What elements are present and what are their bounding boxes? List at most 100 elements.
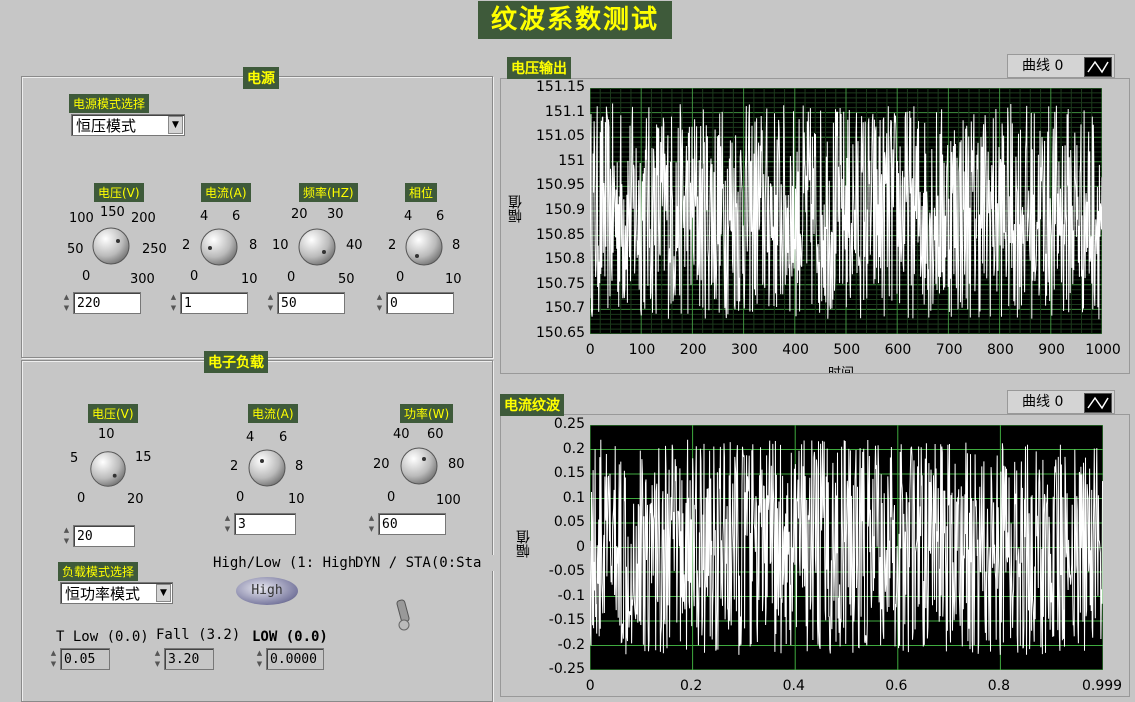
power-frequency-knob[interactable]	[294, 224, 340, 270]
knob-tick: 50	[338, 272, 355, 287]
knob-tick: 4	[404, 209, 413, 224]
spinner-icon[interactable]: ▲ ▼	[254, 648, 265, 672]
current-chart-plot[interactable]	[590, 425, 1103, 670]
voltage-chart-svg	[590, 88, 1102, 334]
x-tick-label: 300	[731, 342, 758, 358]
spinner-icon[interactable]: ▲ ▼	[374, 292, 385, 316]
knob-tick: 4	[200, 209, 209, 224]
spinner-icon[interactable]: ▲ ▼	[48, 648, 59, 672]
y-tick-label: 150.65	[536, 325, 585, 341]
knob-tick: 8	[295, 459, 304, 474]
load-power-knob[interactable]	[396, 443, 442, 489]
spinner-icon[interactable]: ▲ ▼	[61, 292, 72, 316]
current-chart-legend[interactable]: 曲线 0	[1007, 390, 1115, 414]
knob-tick: 2	[182, 238, 191, 253]
knob-tick: 6	[279, 430, 288, 445]
low-label: LOW (0.0)	[252, 629, 328, 645]
y-tick-label: -0.05	[548, 563, 585, 579]
spinner-icon[interactable]: ▲ ▼	[152, 648, 163, 672]
y-tick-label: 0.25	[553, 416, 585, 432]
x-tick-label: 0.999	[1082, 678, 1123, 694]
x-tick-label: 500	[833, 342, 861, 358]
knob-tick: 300	[130, 272, 155, 287]
voltage-chart-ylabel: 幅值	[508, 195, 524, 223]
knob-tick: 0	[387, 490, 396, 505]
knob-tick: 150	[100, 205, 125, 220]
x-tick-label: 0	[585, 678, 595, 694]
x-tick-label: 1000	[1085, 342, 1121, 358]
x-tick-label: 700	[935, 342, 963, 358]
load-current-knob[interactable]	[244, 445, 290, 491]
chevron-down-icon[interactable]: ▼	[156, 584, 171, 602]
knob-tick: 8	[452, 238, 461, 253]
load-power-label: 功率(W)	[400, 404, 454, 423]
knob-tick: 30	[327, 207, 344, 222]
y-tick-label: 151.15	[536, 79, 585, 95]
knob-tick: 10	[241, 272, 258, 287]
spinner-icon[interactable]: ▲ ▼	[168, 292, 179, 316]
knob-tick: 10	[98, 427, 115, 442]
power-mode-value: 恒压模式	[76, 117, 137, 135]
load-mode-select[interactable]: 恒功率模式 ▼	[60, 582, 173, 604]
y-tick-label: 151	[558, 152, 585, 169]
x-tick-label: 400	[782, 342, 809, 358]
x-tick-label: 800	[987, 342, 1014, 358]
knob-tick: 80	[448, 457, 465, 472]
highlow-label: High/Low (1: High)	[213, 555, 365, 571]
knob-tick: 20	[127, 492, 144, 507]
load-current-label: 电流(A)	[248, 404, 298, 423]
series-line	[590, 439, 1103, 655]
knob-tick: 0	[396, 270, 405, 285]
y-tick-label: -0.25	[548, 661, 585, 677]
chevron-down-icon[interactable]: ▼	[168, 116, 183, 134]
y-tick-label: 151.1	[544, 103, 585, 120]
y-tick-label: 150.9	[544, 202, 585, 218]
knob-tick: 0	[190, 269, 199, 284]
y-tick-label: 0.1	[562, 489, 585, 506]
knob-tick: 200	[131, 211, 156, 226]
knob-tick: 20	[291, 207, 308, 222]
x-tick-label: 0.6	[885, 678, 908, 694]
voltage-chart-xlabel: 时间	[828, 362, 854, 373]
y-tick-label: 0.05	[553, 514, 585, 530]
spinner-icon[interactable]: ▲ ▼	[61, 525, 72, 549]
power-phase-knob[interactable]	[401, 224, 447, 270]
power-section-label: 电源	[243, 67, 279, 89]
voltage-chart-title: 电压输出	[507, 57, 571, 79]
voltage-chart-legend[interactable]: 曲线 0	[1007, 54, 1115, 78]
power-voltage-knob[interactable]	[88, 223, 134, 269]
y-tick-label: 150.95	[536, 177, 585, 194]
power-mode-select[interactable]: 恒压模式 ▼	[71, 114, 185, 136]
knob-tick: 0	[77, 491, 86, 506]
x-tick-label: 0.8	[987, 678, 1011, 694]
y-tick-label: 0.2	[562, 440, 585, 457]
spinner-icon[interactable]: ▲ ▼	[366, 513, 377, 537]
knob-tick: 10	[288, 492, 305, 507]
spinner-icon[interactable]: ▲ ▼	[222, 513, 233, 537]
power-current-knob[interactable]	[196, 224, 242, 270]
y-tick-label: 151.05	[536, 128, 585, 145]
y-tick-label: 150.85	[536, 226, 585, 243]
y-tick-label: 0.15	[553, 465, 585, 481]
knob-tick: 0	[82, 269, 91, 284]
knob-tick: 6	[436, 209, 445, 224]
legend-label: 曲线 0	[1022, 58, 1064, 74]
voltage-chart-plot[interactable]	[590, 88, 1102, 334]
power-mode-label: 电源模式选择	[69, 94, 150, 113]
spinner-icon[interactable]: ▲ ▼	[265, 292, 276, 316]
highlow-toggle[interactable]: High	[236, 577, 298, 605]
knob-tick: 5	[70, 451, 79, 466]
x-tick-label: 900	[1038, 342, 1065, 358]
load-voltage-knob[interactable]	[86, 447, 130, 491]
knob-tick: 10	[272, 238, 289, 253]
current-chart-title: 电流纹波	[500, 394, 564, 416]
knob-tick: 50	[67, 242, 84, 257]
highlow-value: High	[251, 583, 283, 598]
load-section-label: 电子负载	[204, 351, 268, 373]
y-tick-label: 0	[576, 538, 585, 555]
current-chart-svg	[590, 425, 1103, 670]
load-voltage-label: 电压(V)	[88, 404, 138, 423]
dyn-sta-toggle-switch[interactable]	[393, 596, 413, 634]
power-frequency-label: 频率(HZ)	[299, 183, 358, 202]
y-tick-label: 150.8	[544, 251, 585, 268]
